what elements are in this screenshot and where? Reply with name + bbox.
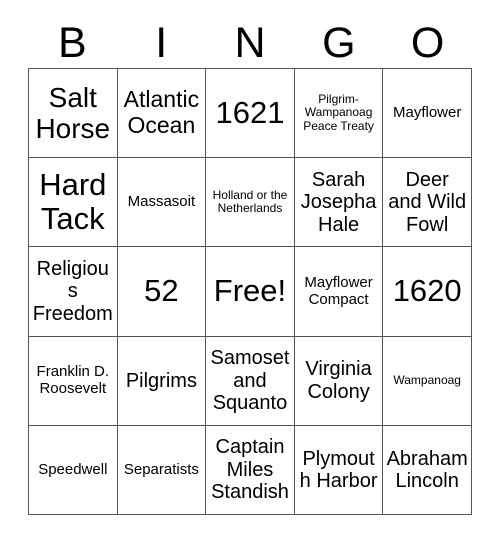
- bingo-cell-label: Samoset and Squanto: [210, 347, 290, 414]
- bingo-free-space[interactable]: Free!: [206, 247, 295, 337]
- bingo-cell-label: Sarah Josepha Hale: [300, 168, 377, 236]
- bingo-cell[interactable]: Samoset and Squanto: [206, 336, 295, 426]
- bingo-cell[interactable]: 1621: [206, 69, 295, 159]
- bingo-row: Speedwell Separatists Captain Miles Standi…: [29, 425, 472, 516]
- bingo-header: B I N G O: [28, 18, 472, 68]
- bingo-cell[interactable]: Captain Miles Standish: [206, 425, 295, 516]
- bingo-card: B I N G O Salt Horse Atlantic Ocean 1621 Pi…: [0, 0, 500, 544]
- bingo-cell-label: Deer and Wild Fowl: [388, 168, 467, 236]
- bingo-cell-label: Atlantic Ocean: [123, 86, 200, 139]
- bingo-cell[interactable]: Massasoit: [117, 158, 207, 248]
- bingo-cell[interactable]: Franklin D. Roosevelt: [29, 336, 118, 426]
- bingo-cell-label: Hard Tack: [39, 166, 107, 237]
- bingo-cell-label: Captain Miles Standish: [211, 436, 289, 504]
- bingo-cell-label: Abraham Lincoln: [386, 447, 468, 492]
- bingo-cell[interactable]: Speedwell: [29, 425, 118, 516]
- bingo-row: Hard Tack Massasoit Holland or the Netherl…: [29, 158, 472, 248]
- bingo-cell[interactable]: Holland or the Netherlands: [206, 158, 295, 248]
- bingo-cell-label: Mayflower: [392, 103, 462, 121]
- header-letter-o: O: [410, 18, 445, 67]
- bingo-cell-label: Franklin D. Roosevelt: [36, 362, 110, 397]
- bingo-cell[interactable]: 1620: [383, 247, 472, 337]
- bingo-cell-label: 1620: [392, 273, 462, 309]
- bingo-cell[interactable]: Religious Freedom: [29, 247, 118, 337]
- bingo-cell[interactable]: Deer and Wild Fowl: [383, 158, 472, 248]
- bingo-cell-label: Massasoit: [127, 192, 196, 210]
- bingo-cell-label: Salt Horse: [35, 81, 111, 145]
- bingo-cell[interactable]: Pilgrim-Wampanoag Peace Treaty: [294, 69, 384, 159]
- bingo-cell-label: Pilgrims: [125, 369, 197, 392]
- bingo-cell[interactable]: 52: [117, 247, 207, 337]
- bingo-cell[interactable]: Pilgrims: [117, 336, 207, 426]
- bingo-cell-label: 1621: [215, 94, 285, 130]
- bingo-cell[interactable]: Wampanoag: [383, 336, 472, 426]
- bingo-cell-label: Mayflower Compact: [304, 273, 373, 308]
- bingo-cell[interactable]: Hard Tack: [29, 158, 118, 248]
- bingo-cell-label: 52: [144, 273, 179, 309]
- bingo-cell-label: Separatists: [123, 460, 199, 478]
- bingo-cell-label: Pilgrim-Wampanoag Peace Treaty: [303, 91, 374, 133]
- bingo-cell-label: Virginia Colony: [305, 358, 372, 403]
- bingo-cell[interactable]: Mayflower: [383, 69, 472, 159]
- bingo-cell-label: Plymouth Harbor: [299, 447, 378, 492]
- bingo-cell-label: Religious Freedom: [32, 257, 113, 325]
- header-letter-i: I: [155, 18, 168, 67]
- bingo-row: Religious Freedom 52 Free! Mayflower Compac…: [29, 247, 472, 337]
- bingo-cell[interactable]: Sarah Josepha Hale: [294, 158, 384, 248]
- bingo-cell-label: Holland or the Netherlands: [212, 187, 288, 216]
- bingo-cell[interactable]: Atlantic Ocean: [117, 69, 207, 159]
- bingo-cell-label: Free!: [213, 273, 287, 309]
- header-letter-n: N: [234, 18, 266, 67]
- bingo-cell[interactable]: Separatists: [117, 425, 207, 516]
- bingo-cell-label: Speedwell: [38, 460, 108, 478]
- bingo-cell[interactable]: Abraham Lincoln: [383, 425, 472, 516]
- bingo-grid: Salt Horse Atlantic Ocean 1621 Pilgrim-Wamp…: [28, 68, 472, 516]
- bingo-cell[interactable]: Virginia Colony: [294, 336, 384, 426]
- header-letter-g: G: [322, 18, 356, 67]
- bingo-row: Salt Horse Atlantic Ocean 1621 Pilgrim-Wamp…: [29, 69, 472, 159]
- header-letter-b: B: [58, 18, 87, 67]
- bingo-row: Franklin D. Roosevelt Pilgrims Samoset and…: [29, 336, 472, 426]
- bingo-cell[interactable]: Mayflower Compact: [294, 247, 384, 337]
- bingo-cell[interactable]: Salt Horse: [29, 69, 118, 159]
- bingo-cell[interactable]: Plymouth Harbor: [294, 425, 384, 516]
- bingo-cell-label: Wampanoag: [393, 372, 461, 387]
